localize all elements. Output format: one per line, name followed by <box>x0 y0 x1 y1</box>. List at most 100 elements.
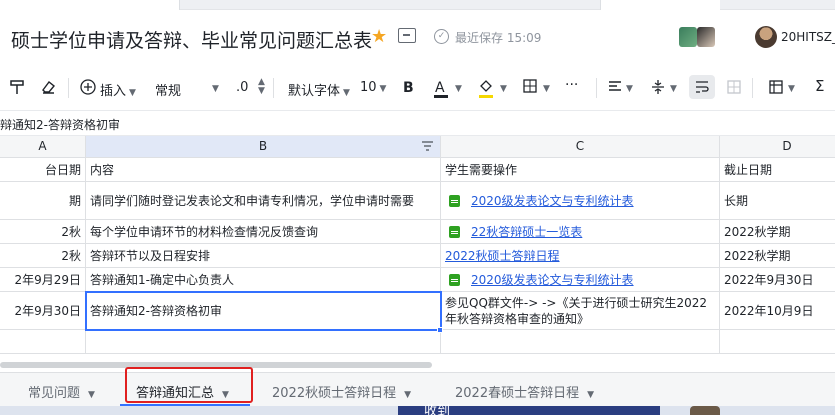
clear-format-icon[interactable] <box>40 79 56 95</box>
table-cell[interactable]: 长期 <box>720 182 835 220</box>
column-header-b[interactable]: B <box>86 136 441 158</box>
table-cell[interactable]: 台日期 <box>0 158 86 182</box>
cell-text: 期 <box>68 193 81 208</box>
sheet-icon <box>449 194 460 207</box>
font-family-select[interactable]: 默认字体 ▼ <box>288 80 350 99</box>
taskbar-strip: 收到 <box>0 404 835 419</box>
table-cell[interactable]: 截止日期 <box>720 158 835 182</box>
collaborator-avatar[interactable] <box>697 27 715 47</box>
browser-tab-strip <box>0 0 835 10</box>
table-cell[interactable]: 2年9月30日 <box>0 292 86 330</box>
toolbar: 插入 ▼ 常规 ▼ .0 ▲ ▼ 默认字体 ▼ 10 ▼ B A ▼ ▼ ▼ ··· ▼… <box>0 66 835 110</box>
table-cell[interactable]: 2020级发表论文与专利统计表 <box>441 268 720 292</box>
table-cell[interactable]: 2年9月29日 <box>0 268 86 292</box>
bold-button[interactable]: B <box>403 80 414 96</box>
cell-text: 2秋 <box>61 248 81 263</box>
insert-button[interactable]: 插入 ▼ <box>100 80 136 99</box>
column-header-c[interactable]: C <box>441 136 720 158</box>
table-cell[interactable]: 内容 <box>86 158 441 182</box>
highlight-box <box>125 367 253 403</box>
sum-button[interactable]: Σ <box>815 77 824 95</box>
chevron-down-icon[interactable]: ▼ <box>626 84 633 94</box>
decimal-button[interactable]: .0 <box>236 80 248 95</box>
browser-tab[interactable] <box>0 0 180 10</box>
cell-link[interactable]: 2020级发表论文与专利统计表 <box>471 193 634 209</box>
column-header-a[interactable]: A <box>0 136 86 158</box>
sheet-tab-common-questions[interactable]: 常见问题 ▼ <box>28 382 95 401</box>
fill-color-indicator <box>479 95 493 98</box>
table-cell[interactable]: 2022秋硕士答辩日程 <box>441 244 720 268</box>
chevron-down-icon[interactable]: ▼ <box>455 84 462 94</box>
chevron-down-icon[interactable]: ▼ <box>88 390 95 400</box>
sheet-icon <box>449 273 460 286</box>
more-button[interactable]: ··· <box>565 77 578 93</box>
taskbar-window[interactable]: 收到 <box>398 404 660 419</box>
collaborator-avatar[interactable] <box>679 27 697 47</box>
table-cell[interactable]: 2秋 <box>0 220 86 244</box>
formula-bar[interactable]: 辩通知2-答辩资格初审 <box>0 110 835 136</box>
format-painter-icon[interactable] <box>10 79 24 95</box>
table-cell[interactable]: 2022年9月30日 <box>720 268 835 292</box>
table-cell[interactable]: 2022年10月9日 <box>720 292 835 330</box>
table-cell[interactable]: 答辩通知1-确定中心负责人 <box>86 268 441 292</box>
table-cell[interactable] <box>0 330 86 354</box>
user-avatar[interactable] <box>755 26 777 48</box>
cell-link[interactable]: 2020级发表论文与专利统计表 <box>471 272 634 288</box>
sheet-tab-2022-spring-schedule[interactable]: 2022春硕士答辩日程 ▼ <box>455 382 594 401</box>
sheet-tab-2022-autumn-schedule[interactable]: 2022秋硕士答辩日程 ▼ <box>272 382 411 401</box>
chevron-down-icon[interactable]: ▼ <box>788 84 795 94</box>
chevron-down-icon[interactable]: ▼ <box>404 390 411 400</box>
column-header-d[interactable]: D <box>720 136 835 158</box>
star-icon[interactable]: ★ <box>371 26 387 47</box>
table-cell[interactable] <box>720 330 835 354</box>
fill-handle[interactable] <box>437 327 443 333</box>
cell-link[interactable]: 2022秋硕士答辩日程 <box>445 248 560 264</box>
table-cell[interactable]: 请同学们随时登记发表论文和申请专利情况，学位申请时需要 <box>86 182 441 220</box>
table-cell[interactable] <box>441 330 720 354</box>
freeze-icon[interactable] <box>768 79 784 95</box>
toolbar-separator <box>273 78 274 98</box>
align-left-icon[interactable] <box>607 79 623 95</box>
cell-text: 2年9月30日 <box>14 303 81 318</box>
table-cell[interactable]: 期 <box>0 182 86 220</box>
spreadsheet-grid: A B C D 台日期 内容 学生需要操作 截止日期 期 请同学们随时登记发表论… <box>0 136 835 358</box>
chevron-down-icon[interactable]: ▼ <box>543 84 550 94</box>
move-to-folder-icon[interactable] <box>398 28 416 43</box>
filter-icon[interactable] <box>421 140 434 153</box>
borders-icon[interactable] <box>522 78 538 94</box>
chevron-down-icon[interactable]: ▼ <box>500 84 507 94</box>
vertical-align-icon[interactable] <box>650 79 666 95</box>
merge-cells-icon[interactable] <box>726 79 742 95</box>
cell-text: 2秋 <box>61 224 81 239</box>
wrap-text-icon <box>696 81 709 93</box>
cell-link[interactable]: 22秋答辩硕士一览表 <box>471 224 582 240</box>
table-cell[interactable]: 参见QQ群文件-> ->《关于进行硕士研究生2022年秋答辩资格审查的通知》 <box>441 292 720 330</box>
chevron-down-icon[interactable]: ▼ <box>212 84 219 94</box>
chevron-down-icon[interactable]: ▼ <box>670 84 677 94</box>
user-name[interactable]: 20HITSZ_ <box>781 30 835 44</box>
wrap-text-button[interactable] <box>689 75 715 99</box>
document-title[interactable]: 硕士学位申请及答辩、毕业常见问题汇总表 <box>11 26 372 53</box>
font-family-label: 默认字体 <box>288 84 341 99</box>
table-cell[interactable]: 2秋 <box>0 244 86 268</box>
font-size-label: 10 <box>360 80 377 95</box>
table-cell[interactable]: 22秋答辩硕士一览表 <box>441 220 720 244</box>
cell-text: 请同学们随时登记发表论文和申请专利情况，学位申请时需要 <box>90 193 415 208</box>
font-size-select[interactable]: 10 ▼ <box>360 80 386 95</box>
browser-tab[interactable] <box>600 0 720 10</box>
chevron-down-icon[interactable]: ▼ <box>587 390 594 400</box>
table-cell[interactable]: 2022秋学期 <box>720 244 835 268</box>
table-cell[interactable]: 学生需要操作 <box>441 158 720 182</box>
font-color-button[interactable]: A <box>435 80 445 96</box>
insert-plus-icon[interactable] <box>80 79 96 95</box>
number-format-select[interactable]: 常规 <box>155 80 181 99</box>
taskbar-avatar[interactable] <box>690 406 720 415</box>
cell-text: 截止日期 <box>724 162 773 177</box>
decimal-stepper-icon[interactable]: ▲ ▼ <box>258 78 265 96</box>
table-cell[interactable] <box>86 330 441 354</box>
table-cell[interactable]: 每个学位申请环节的材料检查情况反馈查询 <box>86 220 441 244</box>
table-cell[interactable]: 2020级发表论文与专利统计表 <box>441 182 720 220</box>
table-cell[interactable]: 2022秋学期 <box>720 220 835 244</box>
fill-color-icon[interactable] <box>478 78 494 94</box>
table-cell[interactable]: 答辩环节以及日程安排 <box>86 244 441 268</box>
